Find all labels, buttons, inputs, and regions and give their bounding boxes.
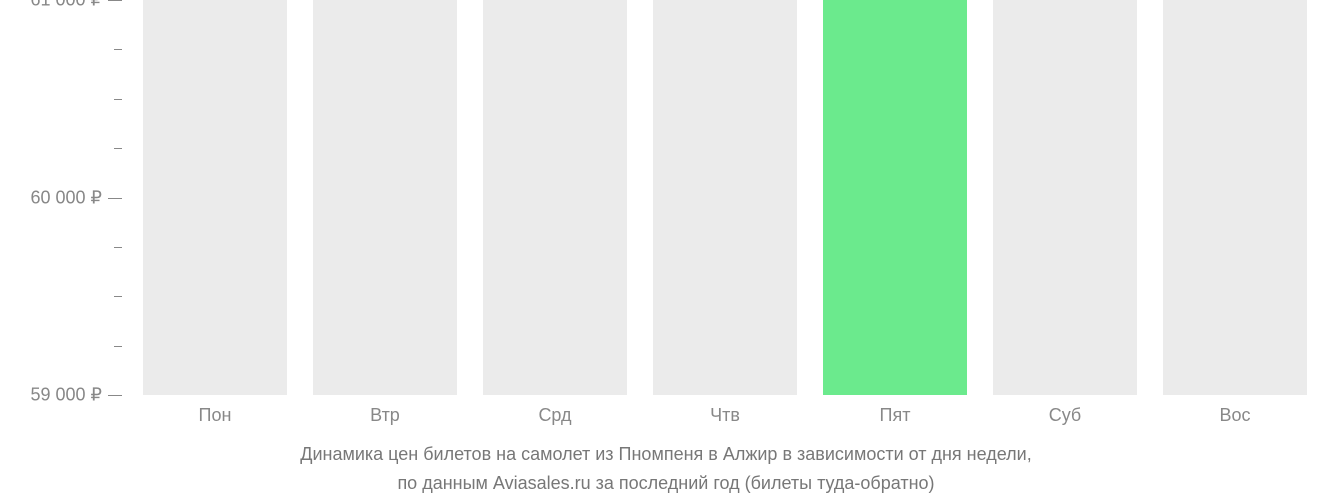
x-axis-label: Чтв [640,405,810,426]
bar-empty [313,0,458,395]
chart-caption: Динамика цен билетов на самолет из Пномп… [0,440,1332,498]
bar-slot [300,0,470,395]
y-axis-tick [108,395,122,396]
bar-slot [640,0,810,395]
x-axis-label: Суб [980,405,1150,426]
y-axis-minor-tick [114,346,122,347]
y-axis-minor-tick [114,296,122,297]
bar-empty [483,0,628,395]
x-axis-label: Втр [300,405,470,426]
y-axis-minor-tick [114,99,122,100]
price-by-weekday-chart: 59 000 ₽ 60 000 ₽ 61 000 ₽ ПонВтрСрдЧтвПят… [0,0,1332,502]
y-axis-minor-tick [114,148,122,149]
y-axis-label: 59 000 ₽ [30,385,102,406]
bar-empty [1163,0,1308,395]
bar-slot [470,0,640,395]
bar-highlight [823,0,968,395]
bar-slot [130,0,300,395]
y-axis-tick [108,198,122,199]
bars-container [130,0,1320,395]
y-axis-label: 60 000 ₽ [30,187,102,208]
x-axis-label: Вос [1150,405,1320,426]
caption-line-2: по данным Aviasales.ru за последний год … [0,469,1332,498]
bar-slot [810,0,980,395]
x-axis: ПонВтрСрдЧтвПятСубВос [130,405,1320,426]
x-axis-label: Пят [810,405,980,426]
y-axis-label: 61 000 ₽ [30,0,102,11]
y-axis-tick [108,0,122,1]
bar-empty [143,0,288,395]
bar-empty [653,0,798,395]
y-axis-minor-tick [114,49,122,50]
plot-area [130,0,1320,395]
caption-line-1: Динамика цен билетов на самолет из Пномп… [0,440,1332,469]
y-axis: 59 000 ₽60 000 ₽61 000 ₽ [0,0,130,395]
bar-slot [980,0,1150,395]
bar-slot [1150,0,1320,395]
y-axis-minor-tick [114,247,122,248]
bar-empty [993,0,1138,395]
x-axis-label: Пон [130,405,300,426]
x-axis-label: Срд [470,405,640,426]
